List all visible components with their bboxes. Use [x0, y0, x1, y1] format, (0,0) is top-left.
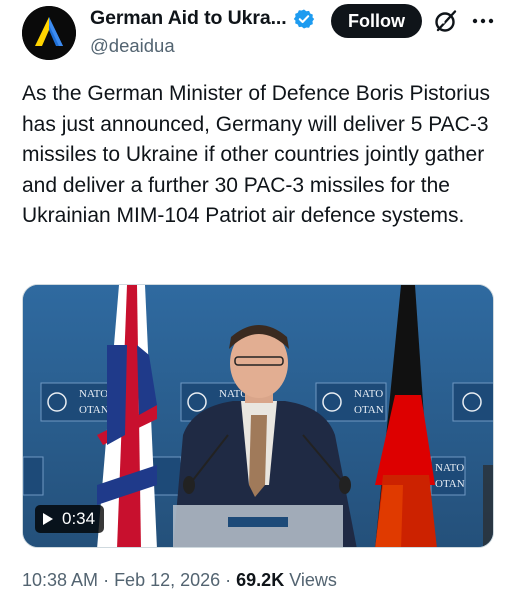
more-horizontal-icon[interactable] [470, 8, 496, 34]
video-duration: 0:34 [62, 509, 96, 528]
backdrop-label: OTAN [435, 478, 465, 490]
backdrop-label: OTAN [354, 404, 384, 416]
backdrop-label: NATO [79, 388, 108, 400]
meta-separator: · [98, 570, 115, 590]
tweet-date[interactable]: Feb 12, 2026 [114, 570, 220, 590]
backdrop-label: NATO [435, 462, 464, 474]
views-count[interactable]: 69.2K [236, 570, 284, 590]
verified-badge-icon[interactable] [293, 8, 315, 30]
video-duration-badge[interactable]: 0:34 [35, 505, 105, 533]
author-avatar[interactable] [22, 6, 76, 60]
views-label: Views [284, 570, 337, 590]
grok-icon[interactable] [433, 8, 459, 34]
backdrop-label: NATO [354, 388, 383, 400]
yellow-blue-chevron-logo-icon [22, 6, 76, 60]
play-icon[interactable] [43, 513, 53, 525]
backdrop-label: OTAN [79, 404, 109, 416]
meta-separator: · [220, 570, 237, 590]
tweet-time[interactable]: 10:38 AM [22, 570, 98, 590]
author-name-row: German Aid to Ukra... [90, 7, 315, 30]
author-handle[interactable]: @deaidua [90, 35, 175, 57]
tweet-header: German Aid to Ukra... @deaidua Follow [0, 0, 516, 66]
author-display-name[interactable]: German Aid to Ukra... [90, 7, 287, 30]
follow-button[interactable]: Follow [331, 4, 422, 38]
tweet-meta: 10:38 AM · Feb 12, 2026 · 69.2K Views [22, 570, 337, 591]
tweet-text: As the German Minister of Defence Boris … [22, 82, 491, 227]
